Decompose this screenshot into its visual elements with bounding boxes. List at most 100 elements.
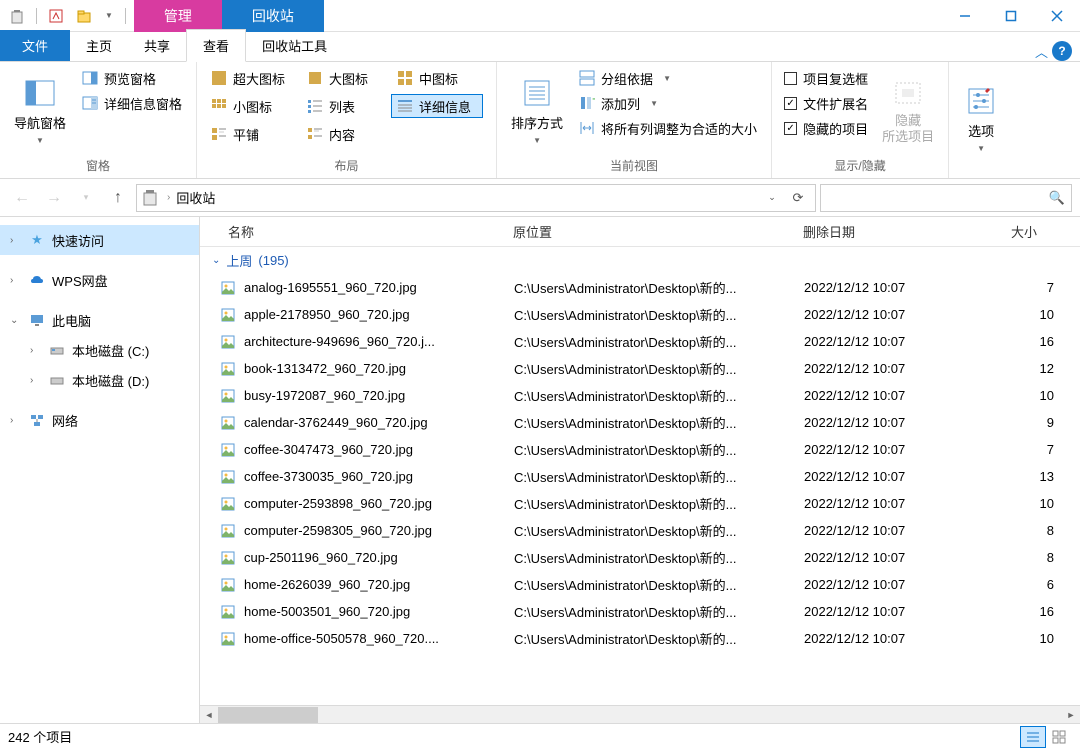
sort-by-button[interactable]: 排序方式 ▼ [505,66,569,155]
group-header[interactable]: ⌄ 上周 (195) [200,247,1080,274]
chevron-right-icon[interactable]: › [10,275,22,286]
up-button[interactable]: ↑ [104,184,132,212]
options-button[interactable]: 选项 ▼ [957,66,1005,172]
file-row[interactable]: analog-1695551_960_720.jpgC:\Users\Admin… [200,274,1080,301]
item-checkboxes-toggle[interactable]: 项目复选框 [780,66,872,90]
tab-view[interactable]: 查看 [186,29,246,62]
chevron-right-icon[interactable]: › [30,345,42,356]
context-tab-manage[interactable]: 管理 [134,0,222,32]
file-row[interactable]: calendar-3762449_960_720.jpgC:\Users\Adm… [200,409,1080,436]
scroll-thumb[interactable] [218,707,318,723]
group-label [957,172,1005,176]
chevron-right-icon[interactable]: › [10,235,22,246]
file-row[interactable]: home-2626039_960_720.jpgC:\Users\Adminis… [200,571,1080,598]
tree-drive-d[interactable]: ›本地磁盘 (D:) [0,365,199,395]
column-name[interactable]: 名称 [220,222,505,241]
file-name: coffee-3047473_960_720.jpg [244,442,514,457]
group-label: 布局 [205,155,488,176]
help-icon[interactable]: ? [1052,41,1072,61]
back-button[interactable]: ← [8,184,36,212]
refresh-button[interactable]: ⟳ [785,185,811,211]
tree-thispc[interactable]: ⌄此电脑 [0,305,199,335]
view-details[interactable]: 详细信息 [391,94,483,118]
file-row[interactable]: coffee-3730035_960_720.jpgC:\Users\Admin… [200,463,1080,490]
column-location[interactable]: 原位置 [505,222,795,241]
hide-selected-button[interactable]: 隐藏 所选项目 [876,66,940,155]
group-label: 显示/隐藏 [780,155,940,176]
chevron-down-icon[interactable]: ⌄ [10,315,22,326]
fit-icon [579,120,595,136]
file-location: C:\Users\Administrator\Desktop\新的... [514,494,804,513]
file-row[interactable]: computer-2593898_960_720.jpgC:\Users\Adm… [200,490,1080,517]
file-row[interactable]: home-office-5050578_960_720....C:\Users\… [200,625,1080,652]
file-row[interactable]: home-5003501_960_720.jpgC:\Users\Adminis… [200,598,1080,625]
group-by-button[interactable]: 分组依据▼ [573,66,763,90]
maximize-button[interactable] [988,0,1034,32]
file-date: 2022/12/12 10:07 [804,604,1004,619]
horizontal-scrollbar[interactable]: ◄ ► [200,705,1080,723]
search-input[interactable] [827,190,1049,205]
view-xl-icons[interactable]: 超大图标 [205,66,297,90]
chevron-right-icon[interactable]: › [30,375,42,386]
tab-home[interactable]: 主页 [70,30,128,61]
file-size: 7 [1004,280,1054,295]
add-column-button[interactable]: +添加列▼ [573,91,763,115]
fit-columns-button[interactable]: 将所有列调整为合适的大小 [573,116,763,140]
minimize-button[interactable] [942,0,988,32]
column-date[interactable]: 删除日期 [795,222,995,241]
search-box[interactable]: 🔍 [820,184,1072,212]
tree-drive-c[interactable]: ›本地磁盘 (C:) [0,335,199,365]
image-file-icon [220,361,236,377]
scroll-left-icon[interactable]: ◄ [200,706,218,724]
address-dropdown[interactable]: ⌄ [759,185,785,211]
file-row[interactable]: busy-1972087_960_720.jpgC:\Users\Adminis… [200,382,1080,409]
drive-icon [48,341,66,359]
collapse-ribbon-icon[interactable]: ︿ [1035,42,1048,61]
address-bar[interactable]: › 回收站 ⌄ ⟳ [136,184,816,212]
view-l-icons[interactable]: 大图标 [301,66,387,90]
nav-pane-button[interactable]: 导航窗格 ▼ [8,66,72,155]
search-icon[interactable]: 🔍 [1049,190,1065,206]
tab-file[interactable]: 文件 [0,30,70,61]
view-content[interactable]: 内容 [301,122,387,146]
chevron-right-icon[interactable]: › [167,192,170,203]
file-row[interactable]: computer-2598305_960_720.jpgC:\Users\Adm… [200,517,1080,544]
file-row[interactable]: cup-2501196_960_720.jpgC:\Users\Administ… [200,544,1080,571]
hidden-items-toggle[interactable]: ✓隐藏的项目 [780,116,872,140]
qat-dropdown[interactable]: ▼ [101,11,117,20]
column-size[interactable]: 大小 [995,222,1045,241]
tab-recycle-tools[interactable]: 回收站工具 [246,30,343,61]
qat-properties-icon[interactable] [45,5,67,27]
file-row[interactable]: apple-2178950_960_720.jpgC:\Users\Admini… [200,301,1080,328]
image-file-icon [220,415,236,431]
tree-wps[interactable]: ›WPS网盘 [0,265,199,295]
file-row[interactable]: architecture-949696_960_720.j...C:\Users… [200,328,1080,355]
tree-quick-access[interactable]: ›★快速访问 [0,225,199,255]
view-s-icons[interactable]: 小图标 [205,94,297,118]
details-pane-button[interactable]: 详细信息窗格 [76,91,188,115]
forward-button[interactable]: → [40,184,68,212]
tiles-icon [211,126,227,142]
file-name: calendar-3762449_960_720.jpg [244,415,514,430]
tree-network[interactable]: ›网络 [0,405,199,435]
file-name: home-2626039_960_720.jpg [244,577,514,592]
preview-pane-button[interactable]: 预览窗格 [76,66,188,90]
label: 平铺 [233,125,259,144]
close-button[interactable] [1034,0,1080,32]
view-tiles[interactable]: 平铺 [205,122,297,146]
view-list[interactable]: 列表 [301,94,387,118]
scroll-right-icon[interactable]: ► [1062,706,1080,724]
tab-share[interactable]: 共享 [128,30,186,61]
file-row[interactable]: coffee-3047473_960_720.jpgC:\Users\Admin… [200,436,1080,463]
thumbnails-view-button[interactable] [1046,726,1072,748]
file-ext-toggle[interactable]: ✓文件扩展名 [780,91,872,115]
file-size: 7 [1004,442,1054,457]
file-list: 名称 原位置 删除日期 大小 ⌄ 上周 (195) analog-1695551… [200,217,1080,723]
qat-folder-icon[interactable] [73,5,95,27]
view-m-icons[interactable]: 中图标 [391,66,477,90]
details-view-button[interactable] [1020,726,1046,748]
files-scroll[interactable]: ⌄ 上周 (195) analog-1695551_960_720.jpgC:\… [200,247,1080,705]
recent-dropdown[interactable]: ▾ [72,184,100,212]
file-row[interactable]: book-1313472_960_720.jpgC:\Users\Adminis… [200,355,1080,382]
chevron-right-icon[interactable]: › [10,415,22,426]
